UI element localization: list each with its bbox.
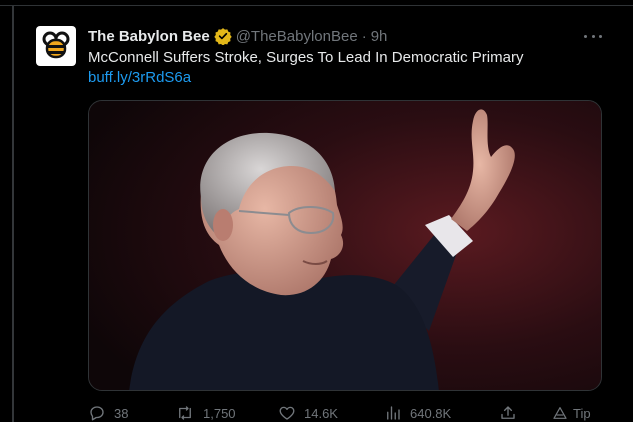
tweet-header: The Babylon Bee @TheBabylonBee · 9h <box>88 26 387 46</box>
tweet-link[interactable]: buff.ly/3rRdS6a <box>88 69 191 86</box>
babylon-bee-logo <box>39 31 73 61</box>
tip-label: Tip <box>573 405 591 421</box>
tweet-time[interactable]: 9h <box>371 28 388 45</box>
verified-badge-icon[interactable] <box>214 27 232 45</box>
author-handle[interactable]: @TheBabylonBee <box>236 28 358 45</box>
share-button[interactable] <box>499 404 525 422</box>
thread-line <box>12 6 14 422</box>
share-icon <box>501 406 515 419</box>
more-dot <box>599 34 602 38</box>
tweet-text: McConnell Suffers Stroke, Surges To Lead… <box>88 49 524 66</box>
more-dot <box>591 34 595 38</box>
more-dot <box>584 34 587 38</box>
views-button[interactable]: 640.8K <box>384 404 451 422</box>
top-divider <box>0 0 633 6</box>
author-name[interactable]: The Babylon Bee <box>88 28 210 45</box>
views-icon <box>387 406 400 420</box>
heart-icon <box>279 406 295 420</box>
more-icon[interactable] <box>584 28 602 44</box>
tip-icon <box>553 407 567 419</box>
like-count: 14.6K <box>304 405 338 421</box>
repost-button[interactable]: 1,750 <box>175 404 236 422</box>
like-button[interactable]: 14.6K <box>278 404 338 422</box>
reply-count: 38 <box>114 405 129 421</box>
separator-dot: · <box>361 27 367 45</box>
tip-button[interactable]: Tip <box>552 404 591 422</box>
repost-count: 1,750 <box>203 405 236 421</box>
reply-icon <box>90 406 104 421</box>
views-count: 640.8K <box>410 405 452 421</box>
repost-icon <box>179 406 191 420</box>
action-bar: 38 1,750 14.6K 640.8K Tip <box>88 404 602 422</box>
tweet-media-image[interactable] <box>88 100 602 391</box>
reply-button[interactable]: 38 <box>88 404 128 422</box>
photo-man-waving <box>89 101 601 390</box>
avatar[interactable] <box>36 26 76 66</box>
